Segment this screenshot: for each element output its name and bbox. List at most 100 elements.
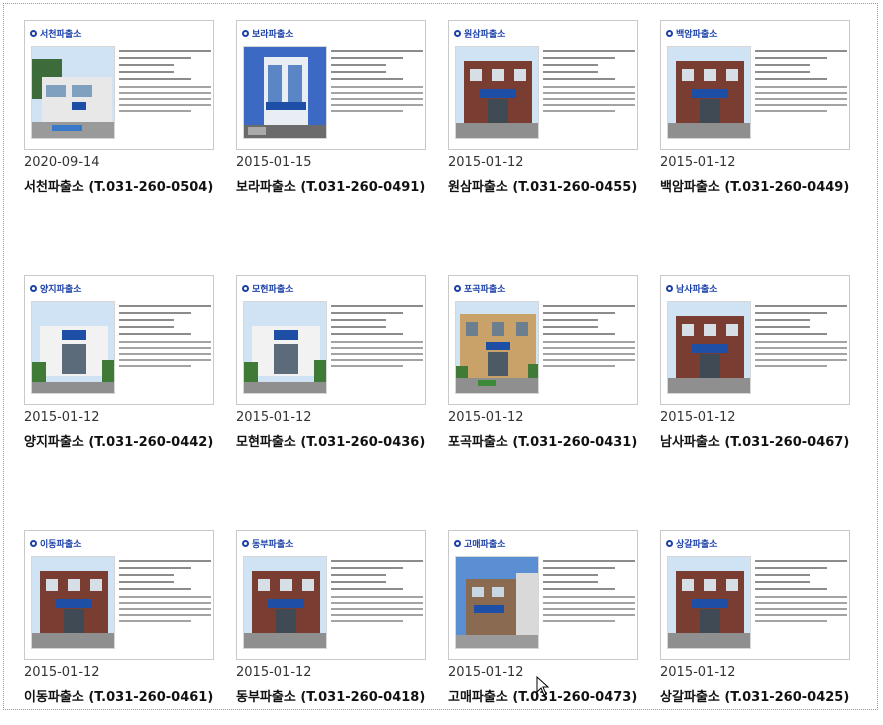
police-box-thumbnail[interactable]: 포곡파출소 [448,275,638,405]
thumbnail-title: 남사파출소 [666,281,717,295]
police-box-card[interactable]: 동부파출소 2015-01-12 동부파출소 (T.031-260-0418) [236,530,436,725]
post-date: 2015-01-12 [660,665,736,680]
thumbnail-title: 동부파출소 [242,536,293,550]
police-box-card[interactable]: 이동파출소 2015-01-12 이동파출소 (T.031-260-0461) [24,530,224,725]
info-text-block [119,45,211,112]
info-text-block [755,555,847,622]
thumbnail-title-text: 백암파출소 [676,29,718,40]
info-text-block [331,300,423,367]
police-box-thumbnail[interactable]: 백암파출소 [660,20,850,150]
bullet-circle-icon [454,284,461,292]
police-box-thumbnail[interactable]: 서천파출소 [24,20,214,150]
police-box-thumbnail[interactable]: 이동파출소 [24,530,214,660]
thumbnail-title: 포곡파출소 [454,281,505,295]
post-date: 2015-01-12 [24,665,100,680]
police-box-thumbnail[interactable]: 상갈파출소 [660,530,850,660]
bullet-circle-icon [454,539,461,547]
thumbnail-title: 상갈파출소 [666,536,717,550]
thumbnail-title-text: 보라파출소 [252,29,294,40]
info-text-block [331,555,423,622]
mouse-cursor-icon [536,676,550,696]
police-box-name-link[interactable]: 서천파출소 (T.031-260-0504) [24,176,213,195]
info-text-block [331,45,423,112]
thumbnail-title-text: 이동파출소 [40,539,82,550]
police-box-thumbnail[interactable]: 남사파출소 [660,275,850,405]
police-box-name-link[interactable]: 동부파출소 (T.031-260-0418) [236,686,425,705]
police-box-card[interactable]: 보라파출소 2015-01-15 보라파출소 (T.031-260-0491) [236,20,436,215]
police-box-name-link[interactable]: 양지파출소 (T.031-260-0442) [24,431,213,450]
info-text-block [755,300,847,367]
police-box-card[interactable]: 남사파출소 2015-01-12 남사파출소 (T.031-260-0467) [660,275,860,470]
info-text-block [119,300,211,367]
police-box-name-link[interactable]: 원삼파출소 (T.031-260-0455) [448,176,637,195]
police-box-card[interactable]: 포곡파출소 2015-01-12 포곡파출소 (T.031-260-0431) [448,275,648,470]
post-date: 2015-01-12 [448,665,524,680]
building-photo [455,556,539,649]
police-box-thumbnail[interactable]: 보라파출소 [236,20,426,150]
police-box-card[interactable]: 모현파출소 2015-01-12 모현파출소 (T.031-260-0436) [236,275,436,470]
thumbnail-title: 이동파출소 [30,536,81,550]
bullet-circle-icon [242,284,249,292]
police-box-name-link[interactable]: 백암파출소 (T.031-260-0449) [660,176,849,195]
thumbnail-title-text: 모현파출소 [252,284,294,295]
police-box-name-link[interactable]: 보라파출소 (T.031-260-0491) [236,176,425,195]
thumbnail-title: 원삼파출소 [454,26,505,40]
post-date: 2015-01-12 [660,410,736,425]
post-date: 2015-01-15 [236,155,312,170]
thumbnail-title-text: 원삼파출소 [464,29,506,40]
thumbnail-title-text: 양지파출소 [40,284,82,295]
post-date: 2015-01-12 [24,410,100,425]
thumbnail-title-text: 서천파출소 [40,29,82,40]
police-box-name-link[interactable]: 상갈파출소 (T.031-260-0425) [660,686,849,705]
thumbnail-title-text: 포곡파출소 [464,284,506,295]
police-box-name-link[interactable]: 포곡파출소 (T.031-260-0431) [448,431,637,450]
post-date: 2015-01-12 [660,155,736,170]
police-box-thumbnail[interactable]: 모현파출소 [236,275,426,405]
thumbnail-title: 양지파출소 [30,281,81,295]
thumbnail-title-text: 동부파출소 [252,539,294,550]
building-photo [667,301,751,394]
building-photo [667,556,751,649]
bullet-circle-icon [666,29,673,37]
info-text-block [119,555,211,622]
police-box-name-link[interactable]: 이동파출소 (T.031-260-0461) [24,686,213,705]
thumbnail-title: 백암파출소 [666,26,717,40]
info-text-block [755,45,847,112]
bullet-circle-icon [454,29,461,37]
building-photo [243,46,327,139]
thumbnail-title: 모현파출소 [242,281,293,295]
police-box-thumbnail[interactable]: 동부파출소 [236,530,426,660]
police-box-gallery: 서천파출소 2020-09-14 서천파출소 (T.031-260-0504) 보라파… [0,0,883,715]
thumbnail-title-text: 고매파출소 [464,539,506,550]
building-photo [243,301,327,394]
post-date: 2015-01-12 [236,410,312,425]
police-box-card[interactable]: 서천파출소 2020-09-14 서천파출소 (T.031-260-0504) [24,20,224,215]
police-box-card[interactable]: 원삼파출소 2015-01-12 원삼파출소 (T.031-260-0455) [448,20,648,215]
police-box-card[interactable]: 백암파출소 2015-01-12 백암파출소 (T.031-260-0449) [660,20,860,215]
building-photo [455,301,539,394]
police-box-thumbnail[interactable]: 고매파출소 [448,530,638,660]
bullet-circle-icon [666,539,673,547]
bullet-circle-icon [30,284,37,292]
thumbnail-title: 서천파출소 [30,26,81,40]
bullet-circle-icon [242,539,249,547]
bullet-circle-icon [30,29,37,37]
police-box-thumbnail[interactable]: 원삼파출소 [448,20,638,150]
police-box-card[interactable]: 상갈파출소 2015-01-12 상갈파출소 (T.031-260-0425) [660,530,860,725]
building-photo [31,556,115,649]
police-box-card[interactable]: 양지파출소 2015-01-12 양지파출소 (T.031-260-0442) [24,275,224,470]
bullet-circle-icon [30,539,37,547]
building-photo [455,46,539,139]
thumbnail-title-text: 남사파출소 [676,284,718,295]
police-box-name-link[interactable]: 모현파출소 (T.031-260-0436) [236,431,425,450]
post-date: 2015-01-12 [448,410,524,425]
building-photo [667,46,751,139]
police-box-thumbnail[interactable]: 양지파출소 [24,275,214,405]
post-date: 2015-01-12 [236,665,312,680]
police-box-name-link[interactable]: 남사파출소 (T.031-260-0467) [660,431,849,450]
building-photo [31,46,115,139]
building-photo [31,301,115,394]
post-date: 2020-09-14 [24,155,100,170]
info-text-block [543,555,635,622]
info-text-block [543,300,635,367]
